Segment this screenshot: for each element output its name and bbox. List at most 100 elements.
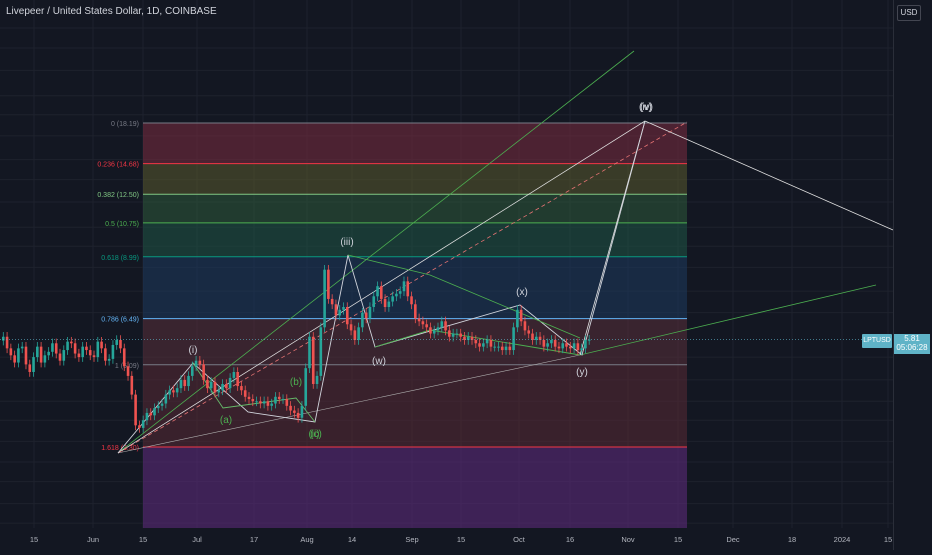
candle-body bbox=[228, 377, 232, 389]
candle-body bbox=[519, 309, 523, 322]
candle-body bbox=[580, 348, 583, 351]
x-tick-label: 2024 bbox=[834, 535, 851, 544]
candle-body bbox=[141, 420, 145, 428]
candle-body bbox=[523, 321, 527, 331]
candle-body bbox=[153, 408, 156, 416]
x-tick-label: 17 bbox=[250, 535, 258, 544]
wave-label: (v) bbox=[640, 102, 652, 113]
candle-body bbox=[432, 330, 436, 334]
candle-body bbox=[429, 327, 432, 334]
candle-body bbox=[383, 298, 387, 308]
candle-body bbox=[398, 291, 402, 294]
candle-body bbox=[270, 403, 273, 406]
candle-body bbox=[531, 333, 534, 340]
wave-label: (y) bbox=[576, 367, 588, 378]
candle-body bbox=[2, 336, 5, 341]
candle-body bbox=[508, 346, 512, 351]
candle-body bbox=[77, 353, 81, 358]
candle-body bbox=[9, 348, 13, 356]
candle-body bbox=[451, 333, 455, 337]
wave-label: (x) bbox=[516, 287, 528, 298]
candle-body bbox=[240, 386, 243, 391]
candle-body bbox=[448, 330, 451, 337]
candle-body bbox=[266, 401, 270, 406]
candle-body bbox=[402, 281, 406, 292]
price-scale[interactable] bbox=[893, 0, 932, 550]
candle-body bbox=[387, 301, 391, 308]
candle-body bbox=[342, 307, 345, 310]
x-tick-label: 15 bbox=[457, 535, 465, 544]
candle-body bbox=[24, 346, 28, 365]
candle-body bbox=[546, 343, 549, 347]
currency-label[interactable]: USD bbox=[897, 5, 921, 21]
candle-body bbox=[54, 343, 58, 354]
candle-body bbox=[436, 327, 440, 331]
candle-body bbox=[281, 399, 285, 401]
candle-body bbox=[221, 383, 224, 391]
x-tick-label: Oct bbox=[513, 535, 526, 544]
candle-body bbox=[482, 343, 485, 347]
candle-body bbox=[308, 336, 311, 369]
candle-body bbox=[85, 346, 88, 351]
candle-body bbox=[565, 343, 568, 347]
candle-body bbox=[243, 390, 247, 397]
candle-body bbox=[353, 330, 357, 340]
candle-body bbox=[527, 330, 531, 334]
fib-band bbox=[143, 222, 687, 257]
candle-body bbox=[156, 405, 160, 409]
candle-body bbox=[198, 360, 202, 365]
candle-body bbox=[315, 375, 319, 384]
candle-body bbox=[28, 364, 32, 372]
candle-body bbox=[149, 412, 153, 416]
fib-band bbox=[143, 194, 687, 223]
candle-body bbox=[504, 346, 508, 351]
candle-body bbox=[107, 358, 111, 361]
candle-body bbox=[485, 339, 489, 344]
candle-body bbox=[395, 293, 398, 297]
candle-body bbox=[380, 286, 383, 299]
fib-level-label: 0.618 (8.99) bbox=[101, 255, 139, 262]
candle-body bbox=[13, 355, 16, 363]
candle-body bbox=[421, 321, 425, 325]
fib-level-label: 0.786 (6.49) bbox=[101, 317, 139, 324]
candle-body bbox=[5, 336, 9, 349]
candle-body bbox=[96, 341, 100, 358]
fib-band bbox=[143, 364, 687, 448]
candle-body bbox=[368, 307, 372, 319]
x-tick-label: Jun bbox=[87, 535, 99, 544]
candle-body bbox=[92, 355, 96, 358]
candle-body bbox=[36, 346, 39, 358]
candle-body bbox=[251, 399, 255, 402]
candle-body bbox=[338, 309, 342, 316]
candle-body bbox=[17, 348, 20, 363]
chart-title: Livepeer / United States Dollar, 1D, COI… bbox=[6, 6, 217, 17]
x-tick-label: Aug bbox=[300, 535, 313, 544]
candle-body bbox=[414, 304, 417, 319]
candle-body bbox=[289, 405, 292, 411]
fib-band bbox=[143, 318, 687, 365]
candle-body bbox=[553, 339, 557, 347]
candle-body bbox=[232, 371, 236, 378]
x-tick-label: 15 bbox=[30, 535, 38, 544]
candle-body bbox=[293, 410, 296, 413]
candle-body bbox=[58, 353, 62, 361]
candle-body bbox=[247, 396, 251, 400]
candle-body bbox=[478, 343, 481, 347]
fib-level-label: 0.382 (12.50) bbox=[97, 192, 139, 199]
candle-body bbox=[194, 360, 198, 367]
bar-countdown: 05:06:28 bbox=[896, 343, 928, 352]
chart-canvas[interactable]: 0 (18.19) 0.236 (14.68) 0.382 (12.50) 0.5 (… bbox=[0, 0, 932, 550]
candle-body bbox=[81, 346, 84, 358]
chart-area[interactable]: 0 (18.19) 0.236 (14.68) 0.382 (12.50) 0.5 (… bbox=[0, 0, 932, 550]
candle-body bbox=[459, 333, 462, 337]
candle-body bbox=[122, 348, 126, 367]
candle-body bbox=[493, 346, 496, 348]
candle-body bbox=[474, 339, 478, 344]
candle-body bbox=[569, 346, 572, 349]
x-tick-label: Sep bbox=[405, 535, 418, 544]
x-tick-label: 15 bbox=[674, 535, 682, 544]
candle-body bbox=[73, 343, 77, 354]
x-tick-label: 18 bbox=[788, 535, 796, 544]
candle-body bbox=[500, 346, 504, 351]
candle-body bbox=[126, 366, 130, 376]
